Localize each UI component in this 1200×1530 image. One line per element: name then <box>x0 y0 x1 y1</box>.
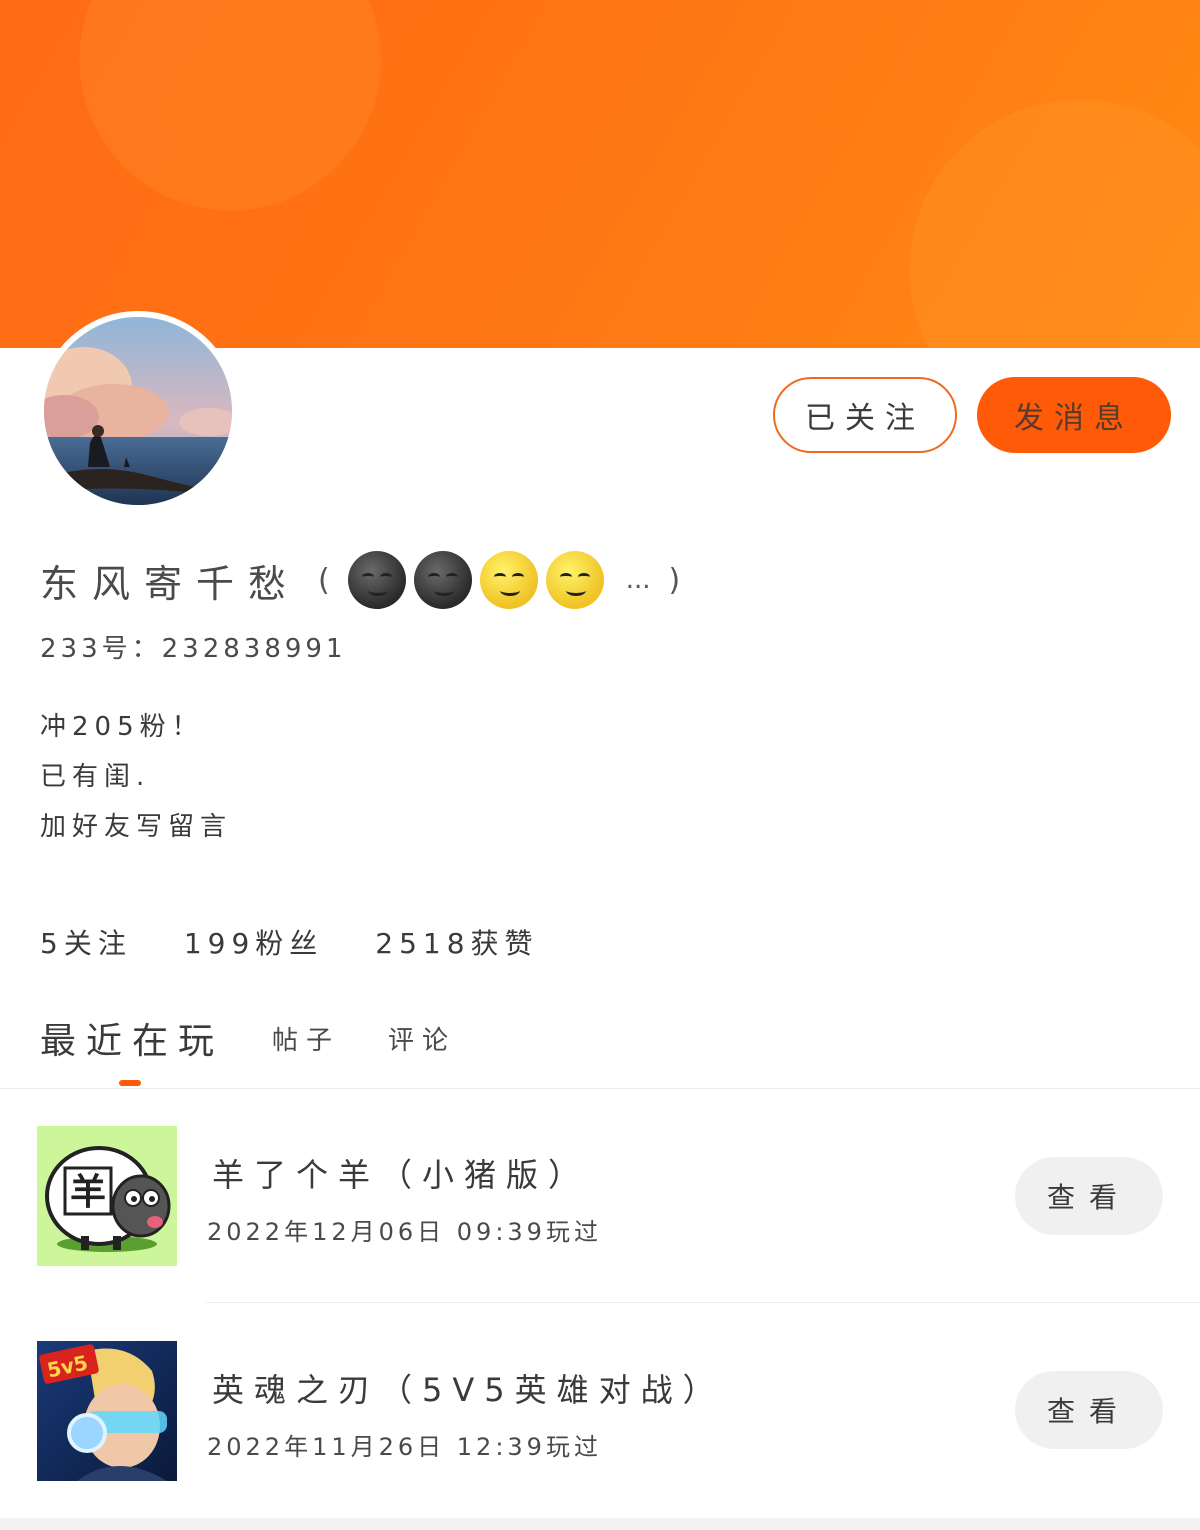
followers-count[interactable]: 199粉丝 <box>184 922 323 962</box>
tab-posts[interactable]: 帖子 <box>272 1020 340 1057</box>
bio-line: 冲205粉！ <box>40 712 204 742</box>
tab-recent-played[interactable]: 最近在玩 <box>40 1012 224 1064</box>
message-button[interactable]: 发消息 <box>977 377 1171 453</box>
sheep-game-icon[interactable]: 羊 <box>37 1126 177 1266</box>
active-tab-indicator <box>119 1080 141 1086</box>
full-moon-face-icon <box>545 551 604 609</box>
game-title[interactable]: 英魂之刃（5V5英雄对战） <box>212 1365 725 1411</box>
game-title[interactable]: 羊了个羊（小猪版） <box>212 1150 590 1196</box>
name-ellipsis: ... <box>625 565 651 595</box>
view-game-button[interactable]: 查看 <box>1015 1371 1163 1449</box>
svg-text:羊: 羊 <box>70 1172 106 1213</box>
name-paren-open: ( <box>318 562 330 598</box>
bio-line: 已有闺. <box>40 762 151 792</box>
avatar-image <box>44 317 232 505</box>
following-count[interactable]: 5关注 <box>40 922 132 962</box>
bottom-spacer <box>0 1518 1200 1530</box>
message-button-label: 发消息 <box>1014 401 1134 436</box>
follow-button[interactable]: 已关注 <box>773 377 957 453</box>
game-played-time: 2022年11月26日 12:39玩过 <box>207 1433 602 1461</box>
tabs-divider <box>0 1088 1200 1089</box>
likes-count: 2518获赞 <box>375 927 539 960</box>
user-id: 233号：232838991 <box>40 634 347 664</box>
tab-comments[interactable]: 评论 <box>388 1020 456 1057</box>
view-game-button[interactable]: 查看 <box>1015 1157 1163 1235</box>
profile-name: 东风寄千愁 <box>40 561 301 606</box>
view-game-button-label: 查看 <box>1046 1181 1131 1214</box>
profile-banner <box>0 0 1200 348</box>
follow-button-label: 已关注 <box>805 401 925 436</box>
profile-tabs: 最近在玩 帖子 评论 <box>40 1012 504 1064</box>
full-moon-face-icon <box>479 551 538 609</box>
hero-game-icon[interactable]: 5v5 <box>37 1341 177 1481</box>
name-paren-close: ) <box>668 562 681 598</box>
list-divider <box>205 1302 1200 1303</box>
new-moon-face-icon <box>413 551 472 609</box>
game-played-time: 2022年12月06日 09:39玩过 <box>207 1218 602 1246</box>
new-moon-face-icon <box>347 551 406 609</box>
view-game-button-label: 查看 <box>1046 1395 1131 1428</box>
profile-stats: 5关注 199粉丝 2518获赞 <box>40 922 591 962</box>
bio-line: 加好友写留言 <box>40 812 233 842</box>
profile-name-row: 东风寄千愁 ( ... ) <box>40 548 698 612</box>
avatar[interactable] <box>44 317 232 505</box>
